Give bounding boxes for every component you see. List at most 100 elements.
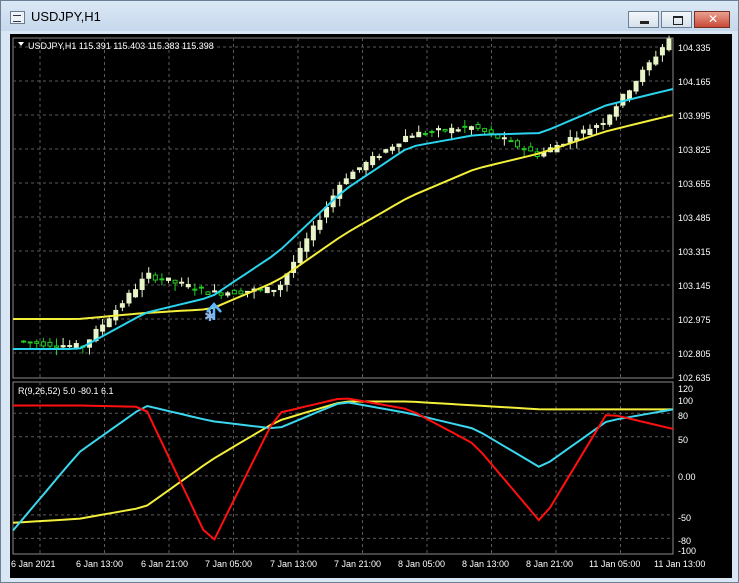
indicator-tick: 80: [678, 411, 688, 421]
time-tick: 6 Jan 2021: [11, 559, 56, 569]
grid-lines: [13, 38, 673, 554]
time-tick: 8 Jan 05:00: [398, 559, 445, 569]
candle-body: [403, 135, 409, 142]
price-tick: 103.655: [678, 179, 711, 189]
candle-body: [277, 284, 283, 291]
candle-body: [620, 93, 626, 106]
candle-body: [21, 340, 27, 343]
time-tick: 7 Jan 05:00: [205, 559, 252, 569]
candle-body: [198, 286, 204, 289]
close-button[interactable]: ✕: [694, 11, 730, 28]
dropdown-triangle-icon[interactable]: [18, 42, 24, 46]
candle-body: [106, 318, 112, 328]
oscillator-yellow-line: [12, 400, 673, 524]
candle-body: [613, 106, 619, 117]
candle-body: [100, 324, 106, 332]
candle-body: [238, 290, 244, 295]
candle-body: [119, 303, 125, 308]
candle-body: [205, 291, 211, 296]
candle-body: [310, 225, 316, 241]
minimize-button[interactable]: [628, 11, 659, 28]
candle-body: [218, 292, 224, 296]
chart-window-icon: [10, 11, 25, 24]
candle-body: [363, 161, 369, 171]
time-axis: 6 Jan 2021 6 Jan 13:00 6 Jan 21:00 7 Jan…: [11, 559, 705, 569]
indicator-tick: 120: [678, 384, 693, 394]
candle-body: [587, 128, 593, 136]
fast-moving-average-line: [13, 88, 674, 350]
price-tick: 103.315: [678, 247, 711, 257]
candle-body: [179, 281, 185, 284]
maximize-icon: [673, 16, 683, 25]
candle-body: [126, 292, 132, 304]
time-tick: 7 Jan 21:00: [334, 559, 381, 569]
candle-body: [383, 149, 389, 153]
candle-body: [317, 219, 323, 230]
candle-body: [659, 47, 665, 56]
maximize-button[interactable]: [661, 11, 692, 28]
star-icon: ✱: [204, 309, 216, 325]
time-tick: 11 Jan 13:00: [654, 559, 705, 569]
candle-body: [231, 289, 237, 295]
candle-body: [185, 284, 191, 288]
candle-body: [370, 156, 376, 166]
candle-body: [54, 345, 60, 348]
title-bar[interactable]: USDJPY,H1 ✕: [1, 1, 738, 31]
candle-body: [435, 128, 441, 131]
candle-body: [139, 278, 145, 290]
chart-window: USDJPY,H1 ✕ ✱ USDJPY,H1 115.391 115.403 …: [0, 0, 739, 583]
candle-body: [73, 343, 79, 349]
oscillator-red-line: [13, 397, 674, 542]
candle-body: [455, 129, 461, 132]
candle-body: [212, 290, 218, 293]
candle-body: [488, 129, 494, 134]
window-title: USDJPY,H1: [31, 9, 101, 24]
price-tick: 102.635: [678, 373, 711, 383]
candle-body: [528, 146, 534, 152]
close-icon: ✕: [708, 12, 719, 26]
candle-body: [646, 62, 652, 71]
candle-body: [34, 341, 40, 344]
candle-body: [607, 114, 613, 125]
main-plot-frame: [12, 37, 674, 379]
candle-body: [297, 247, 303, 264]
minimize-icon: [640, 21, 649, 24]
candle-body: [389, 146, 395, 151]
price-tick: 103.485: [678, 213, 711, 223]
candle-body: [409, 135, 415, 138]
candle-body: [475, 123, 481, 129]
candle-body: [146, 272, 152, 279]
candle-body: [60, 345, 66, 348]
candle-body: [47, 341, 53, 347]
chart-svg[interactable]: ✱ USDJPY,H1 115.391 115.403 115.383 115.…: [10, 34, 732, 578]
time-tick: 11 Jan 05:00: [589, 559, 640, 569]
indicator-tick: -100: [678, 546, 696, 556]
time-tick: 8 Jan 13:00: [462, 559, 509, 569]
candle-body: [442, 128, 448, 132]
candle-body: [67, 345, 73, 348]
candle-body: [600, 122, 606, 125]
candle-body: [343, 178, 349, 185]
candle-body: [515, 140, 521, 148]
indicator-tick: 0.00: [678, 472, 696, 482]
candle-body: [27, 341, 33, 344]
candle-body: [304, 238, 310, 252]
chart-canvas[interactable]: ✱ USDJPY,H1 115.391 115.403 115.383 115.…: [10, 34, 732, 578]
candle-body: [165, 277, 171, 281]
candle-body: [508, 140, 514, 143]
price-tick: 103.145: [678, 281, 711, 291]
indicator-header: R(9,26,52) 5.0 -80.1 6.1: [18, 386, 114, 396]
candle-body: [396, 143, 402, 148]
candle-body: [172, 279, 178, 284]
candle-body: [462, 125, 468, 128]
candle-body: [666, 38, 672, 51]
candle-body: [40, 341, 46, 347]
time-tick: 8 Jan 21:00: [526, 559, 573, 569]
candle-body: [133, 289, 139, 298]
candle-body: [376, 155, 382, 158]
candle-body: [468, 126, 474, 130]
candle-body: [429, 131, 435, 134]
candle-body: [567, 136, 573, 143]
candle-body: [192, 288, 198, 291]
main-chart-header: USDJPY,H1 115.391 115.403 115.383 115.39…: [28, 41, 214, 51]
